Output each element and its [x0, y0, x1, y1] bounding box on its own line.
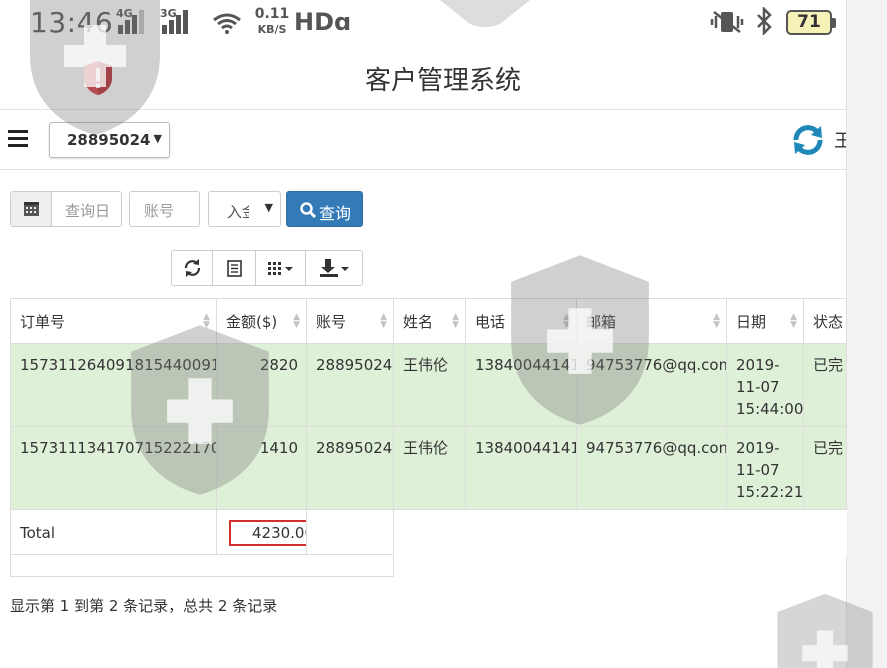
app-title: 客户管理系统 [364, 66, 521, 96]
cell-date: 2019-11-07 15:44:00 [726, 343, 804, 427]
download-icon [320, 259, 349, 277]
footer-spacer-cell [10, 554, 394, 577]
column-header-phone[interactable]: 电话 ▲ ▼ [465, 298, 577, 344]
search-icon [300, 202, 316, 218]
sort-icon: ▲ ▼ [380, 312, 387, 330]
column-header-order-no[interactable]: 订单号 ▲ ▼ [10, 298, 217, 344]
wifi-icon [212, 12, 242, 40]
sort-icon: ▲ ▼ [563, 312, 570, 330]
table-row[interactable]: 157311134170715222170 7 1410 28895024 王伟… [10, 426, 847, 510]
column-header-account[interactable]: 账号 ▲ ▼ [306, 298, 394, 344]
status-select[interactable]: 入金 ▼ [208, 191, 281, 227]
column-header-status[interactable]: 状态 [803, 298, 847, 344]
sort-icon: ▲ ▼ [713, 312, 720, 330]
caret-down-icon: ▼ [264, 201, 273, 214]
cell-account: 28895024 [306, 343, 394, 427]
cell-name: 王伟伦 [393, 343, 466, 427]
account-select[interactable]: 28895024 ▼ [49, 122, 170, 158]
cell-status: 已完 [803, 426, 847, 510]
cell-email: 94753776@qq.com [576, 426, 727, 510]
cell-email: 94753776@qq.com [576, 343, 727, 427]
cell-date: 2019-11-07 15:22:21 [726, 426, 804, 510]
cell-amount: 1410 [216, 426, 307, 510]
net-speed: 0.11 KB/S [254, 6, 290, 37]
column-header-name[interactable]: 姓名 ▲ ▼ [393, 298, 466, 344]
calendar-icon [11, 192, 52, 226]
app-header: 客户管理系统 [0, 46, 846, 110]
right-edge-strip [846, 0, 887, 668]
refresh-button[interactable] [172, 251, 213, 285]
column-header-date[interactable]: 日期 ▲ ▼ [726, 298, 804, 344]
total-empty-cell [306, 509, 394, 555]
menu-button[interactable] [8, 130, 30, 148]
cell-name: 王伟伦 [393, 426, 466, 510]
total-amount-cell: 4230.00 [216, 509, 307, 555]
hd-indicator: HDɑ [294, 8, 352, 36]
bluetooth-icon [754, 5, 774, 41]
cell-account: 28895024 [306, 426, 394, 510]
signal-icon-sim2: 3G [160, 7, 190, 34]
battery-icon: 71 [786, 10, 836, 35]
cell-phone: 13840044141 [465, 343, 577, 427]
total-amount: 4230.00 [229, 520, 306, 546]
export-button[interactable] [306, 251, 362, 285]
status-bar: 13:46 4G 3G 0.11 KB/S HDɑ 71 [0, 0, 846, 46]
columns-button[interactable] [256, 251, 306, 285]
sort-icon: ▲ ▼ [203, 312, 210, 330]
account-input-placeholder: 账号 [144, 202, 175, 220]
user-name-initial[interactable]: 王 [834, 127, 846, 153]
account-input[interactable]: 账号 [129, 191, 200, 227]
query-button[interactable]: 查询 [286, 191, 363, 227]
status-select-value: 入金 [227, 203, 249, 221]
sync-icon[interactable] [790, 122, 826, 158]
table-row[interactable]: 157311264091815440091 8 2820 28895024 王伟… [10, 343, 847, 427]
pagination-info: 显示第 1 到第 2 条记录，总共 2 条记录 [10, 597, 278, 615]
total-label: Total [10, 509, 217, 555]
sort-icon: ▲ ▼ [452, 312, 459, 330]
sort-icon: ▲ ▼ [790, 312, 797, 330]
signal-icon-sim1: 4G [116, 7, 146, 34]
table-toolbar [171, 250, 363, 286]
total-row: Total 4230.00 [10, 509, 847, 555]
table-header-row: 订单号 ▲ ▼ 金额($) ▲ ▼ 账号 ▲ ▼ 姓名 ▲ ▼ 电话 ▲ ▼ 邮箱 ▲ ▼ 日期 ▲ ▼ 状… [10, 298, 847, 344]
vibrate-icon [710, 10, 744, 40]
column-header-email[interactable]: 邮箱 ▲ ▼ [576, 298, 727, 344]
date-filter[interactable]: 查询日 [10, 191, 122, 227]
column-header-amount[interactable]: 金额($) ▲ ▼ [216, 298, 307, 344]
refresh-icon [184, 259, 201, 277]
cell-order-no: 157311264091815440091 8 [10, 343, 217, 427]
table-footer-spacer [10, 554, 847, 577]
date-input-placeholder: 查询日 [65, 202, 111, 220]
cell-order-no: 157311134170715222170 7 [10, 426, 217, 510]
account-select-value: 28895024 [67, 131, 151, 149]
toggle-view-button[interactable] [213, 251, 256, 285]
list-icon [227, 260, 242, 277]
status-time: 13:46 [30, 6, 114, 39]
sort-icon: ▲ ▼ [293, 312, 300, 330]
cell-phone: 13840044141 [465, 426, 577, 510]
cell-amount: 2820 [216, 343, 307, 427]
cell-status: 已完 [803, 343, 847, 427]
nav-bar: 28895024 ▼ 王 [0, 110, 846, 170]
caret-down-icon: ▼ [153, 132, 162, 145]
grid-icon [268, 262, 293, 275]
orders-table: 订单号 ▲ ▼ 金额($) ▲ ▼ 账号 ▲ ▼ 姓名 ▲ ▼ 电话 ▲ ▼ 邮箱 ▲ ▼ 日期 ▲ ▼ 状… [10, 298, 847, 577]
